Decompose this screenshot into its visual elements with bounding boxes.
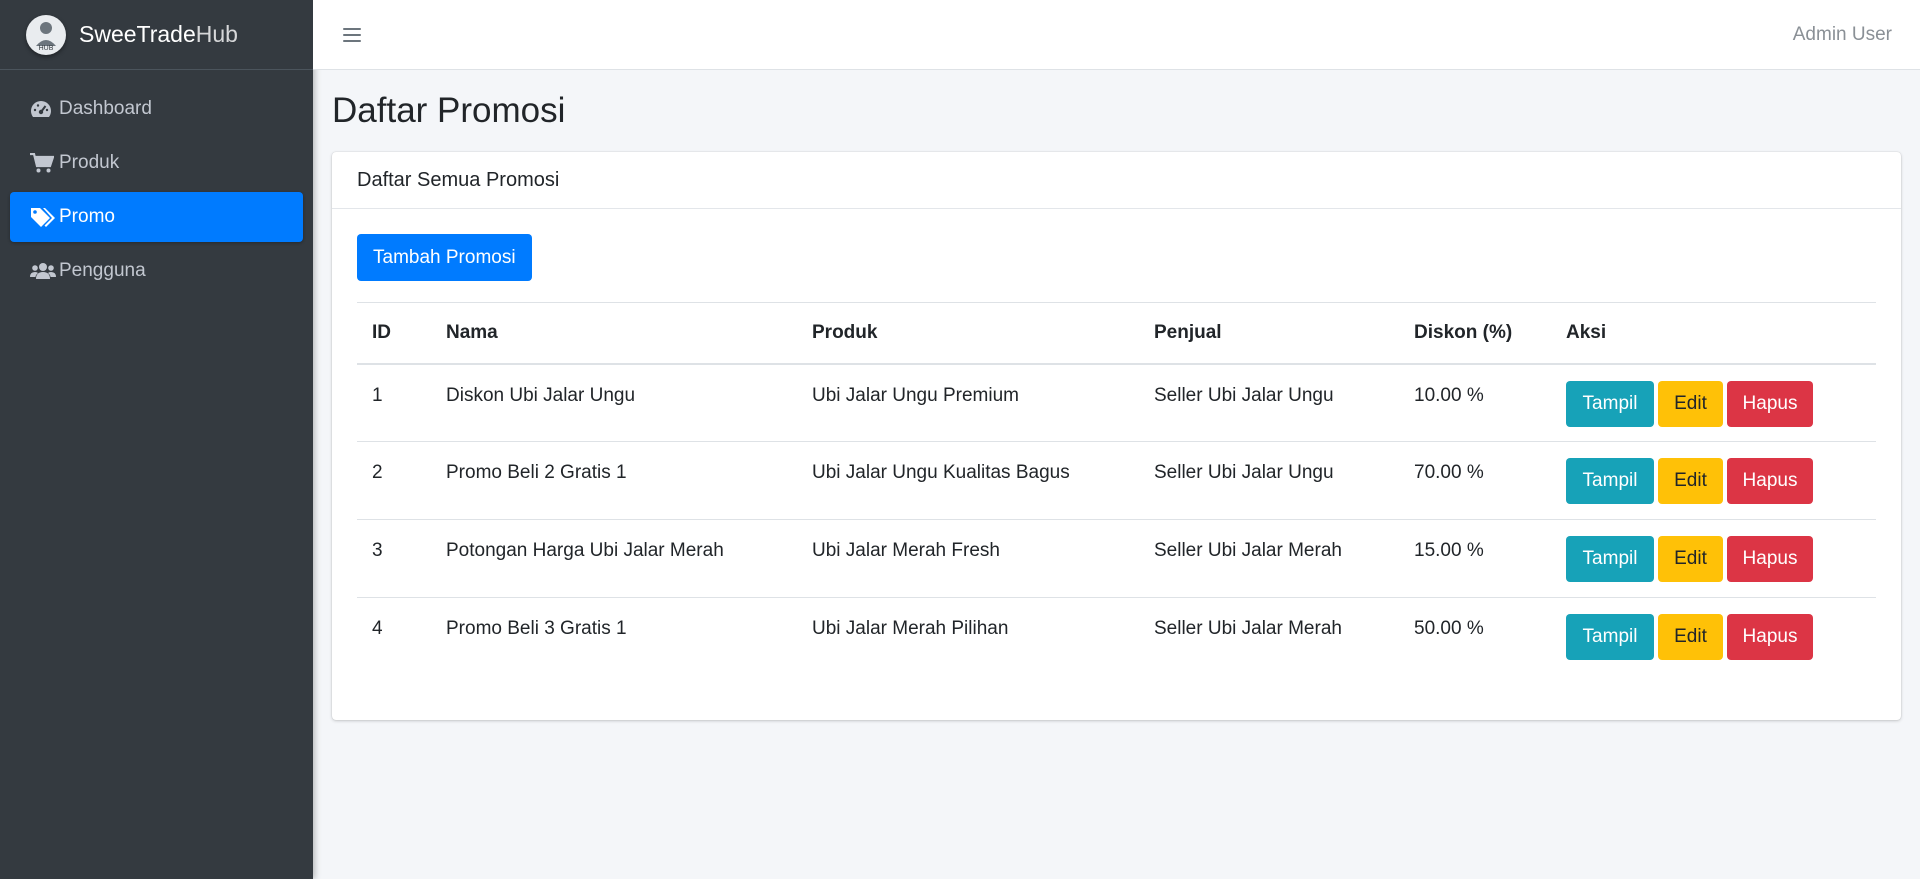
cell-produk: Ubi Jalar Merah Fresh	[797, 519, 1139, 598]
cell-nama: Promo Beli 2 Gratis 1	[431, 441, 797, 520]
page-title: Daftar Promosi	[332, 91, 566, 130]
cell-nama: Potongan Harga Ubi Jalar Merah	[431, 519, 797, 598]
cell-produk: Ubi Jalar Ungu Premium	[797, 363, 1139, 442]
edit-button[interactable]: Edit	[1658, 380, 1723, 427]
cell-id: 2	[357, 441, 431, 520]
cell-penjual: Seller Ubi Jalar Ungu	[1139, 441, 1399, 520]
edit-button[interactable]: Edit	[1658, 458, 1723, 504]
hamburger-icon[interactable]	[341, 26, 363, 44]
promo-table: ID Nama Produk Penjual Diskon (%) Aksi 1…	[357, 302, 1876, 676]
header-penjual: Penjual	[1139, 302, 1399, 365]
cell-produk: Ubi Jalar Ungu Kualitas Bagus	[797, 441, 1139, 520]
header-diskon: Diskon (%)	[1399, 302, 1551, 365]
table-row: 2 Promo Beli 2 Gratis 1 Ubi Jalar Ungu K…	[357, 441, 1876, 520]
brand-logo-icon: HUB	[36, 21, 56, 52]
delete-button[interactable]: Hapus	[1727, 536, 1813, 582]
table-row: 3 Potongan Harga Ubi Jalar Merah Ubi Jal…	[357, 519, 1876, 598]
cell-nama: Diskon Ubi Jalar Ungu	[431, 363, 797, 442]
cell-actions: Tampil Edit Hapus	[1551, 598, 1876, 676]
brand-link[interactable]: HUB SweeTradeHub	[0, 0, 313, 70]
edit-button[interactable]: Edit	[1658, 536, 1723, 582]
brand-logo: HUB	[26, 14, 66, 55]
add-promo-button[interactable]: Tambah Promosi	[357, 234, 532, 281]
cell-produk: Ubi Jalar Merah Pilihan	[812, 618, 1009, 639]
sidebar-item-label: Promo	[59, 206, 115, 227]
cell-diskon: 10.00 %	[1399, 363, 1551, 442]
sidebar-item-pengguna[interactable]: Pengguna	[10, 246, 303, 296]
cell-penjual: Seller Ubi Jalar Ungu	[1139, 363, 1399, 442]
show-button[interactable]: Tampil	[1566, 458, 1654, 504]
main-content: Daftar Promosi Daftar Semua Promosi Tamb…	[313, 70, 1920, 720]
cell-diskon: 15.00 %	[1399, 519, 1551, 598]
cell-actions: Tampil Edit Hapus	[1551, 519, 1876, 598]
users-icon	[30, 260, 56, 282]
cell-nama: Promo Beli 3 Gratis 1	[446, 618, 627, 639]
promo-card: Daftar Semua Promosi Tambah Promosi ID N…	[332, 152, 1901, 720]
shopping-cart-icon	[30, 152, 56, 174]
header-nama: Nama	[431, 302, 797, 365]
header-aksi: Aksi	[1551, 302, 1876, 365]
header-id: ID	[357, 302, 431, 365]
svg-text:HUB: HUB	[39, 45, 54, 52]
tachometer-icon	[30, 98, 56, 120]
cell-actions: Tampil Edit Hapus	[1551, 441, 1876, 520]
sidebar-nav: Dashboard Produk Promo Pengguna	[0, 70, 313, 296]
cell-id: 3	[357, 519, 431, 598]
sidebar-item-label: Produk	[59, 152, 120, 173]
tags-icon	[30, 206, 56, 228]
delete-button[interactable]: Hapus	[1727, 458, 1813, 504]
cell-penjual: Seller Ubi Jalar Merah	[1154, 618, 1342, 639]
sidebar-item-produk[interactable]: Produk	[10, 138, 303, 188]
show-button[interactable]: Tampil	[1566, 380, 1654, 427]
sidebar: HUB SweeTradeHub Dashboard Produk Promo	[0, 0, 313, 879]
show-button[interactable]: Tampil	[1566, 614, 1654, 660]
cell-penjual: Seller Ubi Jalar Merah	[1139, 519, 1399, 598]
show-button[interactable]: Tampil	[1566, 536, 1654, 582]
card-body: Tambah Promosi ID Nama Produk Penjual Di…	[332, 209, 1901, 676]
user-menu[interactable]: Admin User	[1793, 24, 1892, 46]
cell-actions: Tampil Edit Hapus	[1551, 363, 1876, 442]
delete-button[interactable]: Hapus	[1727, 380, 1813, 427]
table-header-row: ID Nama Produk Penjual Diskon (%) Aksi	[357, 302, 1876, 365]
table-row: 4 Promo Beli 3 Gratis 1 Ubi Jalar Merah …	[357, 598, 1876, 676]
cell-diskon: 50.00 %	[1414, 618, 1484, 639]
card-title: Daftar Semua Promosi	[332, 152, 1901, 209]
table-row: 1 Diskon Ubi Jalar Ungu Ubi Jalar Ungu P…	[357, 363, 1876, 442]
cell-id: 1	[357, 363, 431, 442]
cell-diskon: 70.00 %	[1399, 441, 1551, 520]
delete-button[interactable]: Hapus	[1727, 614, 1813, 660]
sidebar-item-dashboard[interactable]: Dashboard	[10, 84, 303, 134]
brand-name: SweeTradeHub	[79, 21, 238, 47]
sidebar-item-label: Pengguna	[59, 260, 146, 281]
sidebar-item-promo[interactable]: Promo	[10, 192, 303, 242]
cell-id: 4	[372, 618, 383, 639]
topbar: Admin User	[313, 0, 1920, 70]
header-produk: Produk	[797, 302, 1139, 365]
sidebar-item-label: Dashboard	[59, 98, 152, 119]
edit-button[interactable]: Edit	[1658, 614, 1723, 660]
